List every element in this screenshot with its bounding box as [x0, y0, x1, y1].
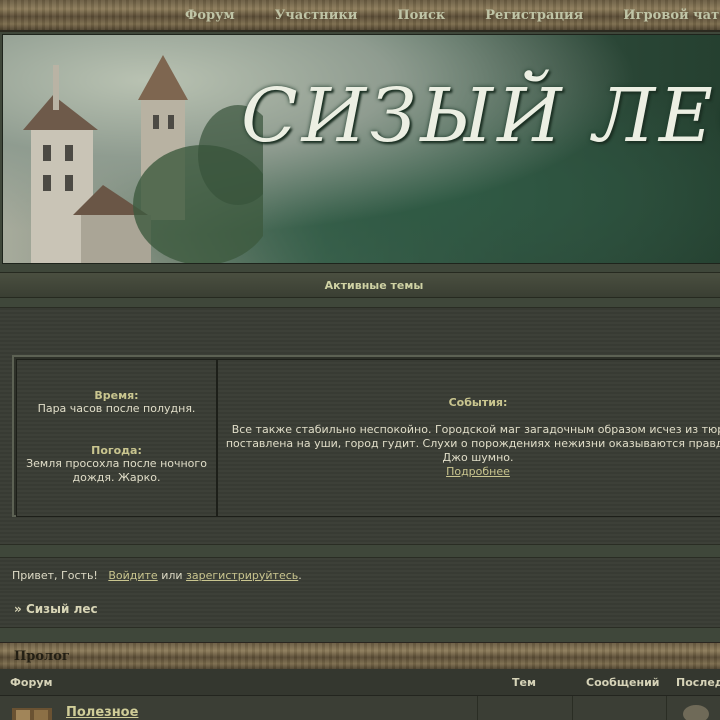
top-navigation: Форум Участники Поиск Регистрация Игрово…	[0, 0, 720, 32]
login-link[interactable]: Войдите	[108, 569, 157, 582]
nav-link-forum[interactable]: Форум	[185, 8, 235, 23]
nav-link-search[interactable]: Поиск	[397, 8, 445, 23]
info-panel: Время: Пара часов после полудня. Погода:…	[0, 307, 720, 545]
forum-title-link[interactable]: Полезное	[66, 705, 138, 720]
forum-column-header: Форум Тем Сообщений Послед	[0, 669, 720, 696]
time-value: Пара часов после полудня.	[37, 402, 196, 415]
active-topics-bar: Активные темы	[0, 272, 720, 298]
column-last: Послед	[676, 676, 720, 689]
last-post-cell	[666, 696, 720, 720]
welcome-text: Привет, Гость! Войдите или зарегистрируй…	[12, 569, 302, 582]
events-label: События:	[448, 396, 508, 409]
nav-link-members[interactable]: Участники	[275, 8, 358, 23]
castle-illustration	[23, 55, 263, 263]
weather-label: Погода:	[91, 444, 142, 457]
events-line2: поставлена на уши, город гудит. Слухи о …	[225, 437, 720, 450]
breadcrumb-current: » Сизый лес	[14, 602, 98, 616]
column-posts: Сообщений	[586, 676, 660, 689]
time-label: Время:	[94, 389, 139, 402]
events-line1: Все также стабильно неспокойно. Городско…	[231, 423, 720, 436]
nav-items: Форум Участники Поиск Регистрация Игрово…	[185, 8, 720, 23]
nav-link-register[interactable]: Регистрация	[485, 8, 583, 23]
category-title[interactable]: Пролог	[14, 649, 70, 664]
events-more-link[interactable]: Подробнее	[446, 465, 510, 478]
register-link[interactable]: зарегистрируйтесь	[186, 569, 298, 582]
or-text: или	[161, 568, 183, 582]
nav-link-game-chat[interactable]: Игровой чат	[623, 8, 719, 23]
welcome-end: .	[298, 568, 302, 582]
breadcrumb-prefix: »	[14, 602, 22, 616]
forum-row: Полезное	[0, 696, 720, 720]
column-topics: Тем	[512, 676, 536, 689]
forum-book-icon	[12, 708, 52, 720]
site-logo[interactable]: СИЗЫЙ ЛЕС	[241, 73, 720, 159]
weather-value-line1: Земля просохла после ночного	[26, 457, 207, 470]
topics-cell	[477, 696, 572, 720]
events-line3: Джо шумно.	[442, 451, 514, 464]
events-cell: События: Все также стабильно неспокойно.…	[217, 359, 720, 517]
breadcrumb: » Сизый лес	[0, 591, 720, 628]
category-header: Пролог	[0, 642, 720, 670]
active-topics-link[interactable]: Активные темы	[325, 279, 424, 292]
breadcrumb-title[interactable]: Сизый лес	[26, 602, 98, 616]
column-forum: Форум	[10, 676, 53, 689]
greeting-text: Привет, Гость!	[12, 568, 98, 582]
welcome-bar: Привет, Гость! Войдите или зарегистрируй…	[0, 557, 720, 592]
info-table: Время: Пара часов после полудня. Погода:…	[12, 355, 720, 517]
header-banner: СИЗЫЙ ЛЕС	[2, 34, 720, 264]
posts-cell	[572, 696, 666, 720]
weather-value-line2: дождя. Жарко.	[72, 471, 161, 484]
last-post-avatar-icon	[683, 705, 709, 720]
time-weather-cell: Время: Пара часов после полудня. Погода:…	[16, 359, 217, 517]
